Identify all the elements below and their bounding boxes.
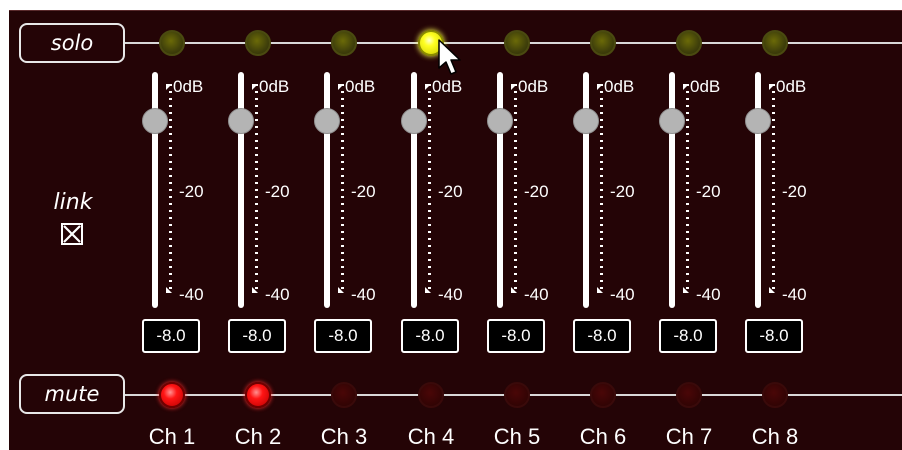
scale-bottom-marker-ch1 [166, 287, 172, 293]
scale-label-top-ch4: 0dB [432, 77, 463, 96]
fader-knob-ch5[interactable] [487, 108, 513, 134]
scale-label-bottom-ch6: -40 [610, 285, 635, 304]
fader-scale-ticks-ch8 [772, 84, 775, 294]
solo-button[interactable]: solo [19, 23, 125, 63]
scale-label-mid-ch8: -20 [782, 182, 807, 201]
scale-label-mid-ch3: -20 [351, 182, 376, 201]
scale-label-bottom-ch2: -40 [265, 285, 290, 304]
channel-label-ch8: Ch 8 [751, 424, 799, 449]
mute-led-ch3[interactable] [331, 382, 357, 408]
fader-knob-ch6[interactable] [573, 108, 599, 134]
value-field-ch8[interactable]: -8.0 [745, 319, 803, 353]
scale-label-top-ch7: 0dB [690, 77, 721, 96]
scale-label-top-ch5: 0dB [518, 77, 549, 96]
scale-bottom-marker-ch4 [425, 287, 431, 293]
scale-label-mid-ch6: -20 [610, 182, 635, 201]
scale-label-mid-ch4: -20 [438, 182, 463, 201]
solo-led-ch8[interactable] [762, 30, 788, 56]
solo-led-ch2[interactable] [245, 30, 271, 56]
panel-top-border [9, 10, 902, 11]
scale-label-mid-ch1: -20 [179, 182, 204, 201]
mixer-panel: solo mute link 0dB -20 -40 -8.0 Ch 1 0dB -20 -4… [9, 10, 902, 450]
value-field-ch6[interactable]: -8.0 [573, 319, 631, 353]
value-field-ch7[interactable]: -8.0 [659, 319, 717, 353]
mute-led-ch6[interactable] [590, 382, 616, 408]
solo-led-ch5[interactable] [504, 30, 530, 56]
solo-led-ch3[interactable] [331, 30, 357, 56]
scale-label-mid-ch2: -20 [265, 182, 290, 201]
fader-scale-ticks-ch7 [686, 84, 689, 294]
scale-bottom-marker-ch6 [597, 287, 603, 293]
scale-bottom-marker-ch3 [338, 287, 344, 293]
checkbox-x-icon [63, 225, 81, 243]
solo-led-ch1[interactable] [159, 30, 185, 56]
mute-led-ch7[interactable] [676, 382, 702, 408]
scale-label-bottom-ch1: -40 [179, 285, 204, 304]
channel-label-ch2: Ch 2 [234, 424, 282, 449]
mute-led-ch8[interactable] [762, 382, 788, 408]
scale-label-bottom-ch3: -40 [351, 285, 376, 304]
scale-bottom-marker-ch5 [511, 287, 517, 293]
scale-label-top-ch3: 0dB [345, 77, 376, 96]
scale-label-bottom-ch5: -40 [524, 285, 549, 304]
scale-top-marker-ch7 [683, 84, 689, 90]
mute-led-ch2[interactable] [245, 382, 271, 408]
scale-bottom-marker-ch7 [683, 287, 689, 293]
mute-led-ch4[interactable] [418, 382, 444, 408]
scale-top-marker-ch2 [252, 84, 258, 90]
scale-top-marker-ch1 [166, 84, 172, 90]
fader-scale-ticks-ch3 [341, 84, 344, 294]
scale-top-marker-ch5 [511, 84, 517, 90]
scale-label-bottom-ch7: -40 [696, 285, 721, 304]
solo-led-ch7[interactable] [676, 30, 702, 56]
channel-label-ch3: Ch 3 [320, 424, 368, 449]
fader-scale-ticks-ch4 [428, 84, 431, 294]
scale-label-top-ch8: 0dB [776, 77, 807, 96]
fader-knob-ch3[interactable] [314, 108, 340, 134]
scale-label-top-ch1: 0dB [173, 77, 204, 96]
fader-knob-ch2[interactable] [228, 108, 254, 134]
mute-button[interactable]: mute [19, 374, 125, 414]
scale-label-top-ch6: 0dB [604, 77, 635, 96]
link-checkbox[interactable] [61, 223, 83, 245]
channel-label-ch7: Ch 7 [665, 424, 713, 449]
channel-label-ch6: Ch 6 [579, 424, 627, 449]
scale-label-mid-ch7: -20 [696, 182, 721, 201]
fader-scale-ticks-ch6 [600, 84, 603, 294]
value-field-ch1[interactable]: -8.0 [142, 319, 200, 353]
fader-knob-ch7[interactable] [659, 108, 685, 134]
value-field-ch5[interactable]: -8.0 [487, 319, 545, 353]
scale-label-bottom-ch8: -40 [782, 285, 807, 304]
scale-top-marker-ch6 [597, 84, 603, 90]
channel-label-ch5: Ch 5 [493, 424, 541, 449]
scale-top-marker-ch8 [769, 84, 775, 90]
scale-top-marker-ch3 [338, 84, 344, 90]
scale-bottom-marker-ch8 [769, 287, 775, 293]
channel-label-ch4: Ch 4 [407, 424, 455, 449]
mute-led-ch1[interactable] [159, 382, 185, 408]
mouse-pointer-icon [438, 39, 461, 75]
scale-bottom-marker-ch2 [252, 287, 258, 293]
fader-knob-ch8[interactable] [745, 108, 771, 134]
link-label: link [53, 190, 93, 215]
fader-scale-ticks-ch5 [514, 84, 517, 294]
fader-scale-ticks-ch1 [169, 84, 172, 294]
scale-label-bottom-ch4: -40 [438, 285, 463, 304]
fader-knob-ch1[interactable] [142, 108, 168, 134]
fader-knob-ch4[interactable] [401, 108, 427, 134]
mute-led-ch5[interactable] [504, 382, 530, 408]
value-field-ch4[interactable]: -8.0 [401, 319, 459, 353]
scale-label-top-ch2: 0dB [259, 77, 290, 96]
scale-label-mid-ch5: -20 [524, 182, 549, 201]
value-field-ch2[interactable]: -8.0 [228, 319, 286, 353]
solo-led-ch6[interactable] [590, 30, 616, 56]
scale-top-marker-ch4 [425, 84, 431, 90]
fader-scale-ticks-ch2 [255, 84, 258, 294]
value-field-ch3[interactable]: -8.0 [314, 319, 372, 353]
channel-label-ch1: Ch 1 [148, 424, 196, 449]
